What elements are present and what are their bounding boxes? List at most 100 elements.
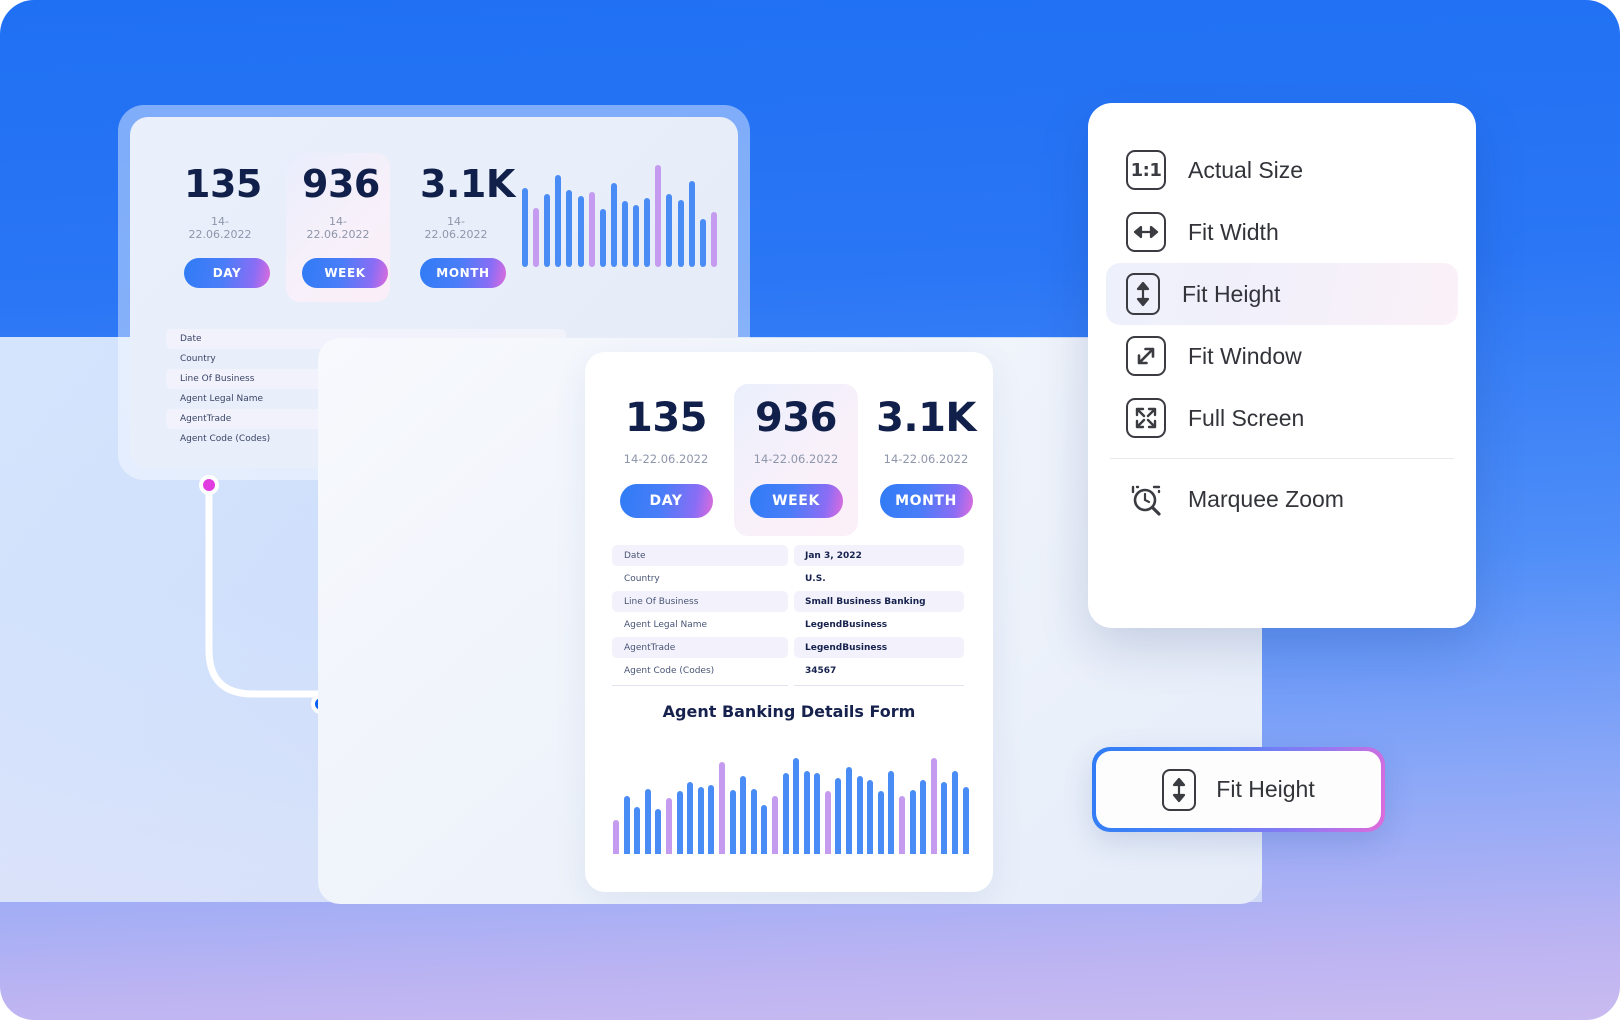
bar: [952, 771, 958, 854]
menu-item-label: Full Screen: [1188, 404, 1305, 431]
bar: [920, 780, 927, 854]
table-row: Agent Code (Codes) 34567: [612, 660, 964, 681]
fit-height-floating-button[interactable]: Fit Height: [1092, 747, 1385, 832]
metric-value: 3.1K: [420, 162, 515, 206]
bar: [655, 809, 662, 854]
bar: [544, 194, 551, 267]
bar: [835, 777, 842, 854]
form-title: Agent Banking Details Form: [662, 702, 916, 721]
bar: [793, 757, 800, 854]
back-period-button-week[interactable]: WEEK: [302, 258, 388, 288]
front-metric-week: 936 14-22.06.2022 WEEK: [734, 384, 858, 536]
back-period-button-day[interactable]: DAY: [184, 258, 270, 288]
fit-window-icon: [1126, 336, 1166, 376]
table-row: Date Jan 3, 2022: [612, 545, 964, 566]
front-period-button-week[interactable]: WEEK: [749, 484, 843, 518]
bar: [941, 782, 948, 854]
table-cell-value: Jan 3, 2022: [794, 545, 964, 566]
fit-window-arrow-glyph: [1137, 347, 1155, 365]
fit-width-arrow-glyph: [1133, 225, 1159, 239]
menu-item-fit-height[interactable]: Fit Height: [1106, 263, 1458, 325]
table-cell-label: Line Of Business: [612, 591, 788, 612]
metric-date-range: 14-22.06.2022: [623, 452, 709, 466]
table-cell-value: U.S.: [805, 573, 826, 584]
bar: [533, 207, 540, 267]
table-cell-label: Country: [624, 573, 660, 584]
bar: [677, 199, 684, 267]
metric-value: 936: [302, 162, 380, 206]
metric-value: 135: [625, 395, 708, 441]
metric-value: 3.1K: [876, 395, 976, 441]
bar: [699, 218, 706, 267]
bar: [803, 771, 810, 854]
menu-item-label: Fit Window: [1188, 342, 1302, 369]
marquee-zoom-icon: [1126, 480, 1166, 518]
fit-height-icon: [1126, 273, 1160, 315]
bar: [655, 164, 662, 267]
bar: [697, 786, 704, 854]
bar: [644, 197, 651, 267]
bar: [599, 208, 606, 267]
metric-date-range: 14-22.06.2022: [424, 215, 488, 241]
back-period-button-month[interactable]: MONTH: [420, 258, 506, 288]
bar: [623, 795, 630, 854]
bar: [555, 174, 562, 267]
bar: [899, 795, 906, 854]
zoom-options-menu: 1:1 Actual Size Fit Width Fit Height Fit Win…: [1088, 103, 1476, 628]
menu-item-fit-window[interactable]: Fit Window: [1106, 325, 1458, 387]
bar: [867, 780, 874, 854]
bar: [750, 789, 757, 854]
bar: [814, 773, 821, 854]
menu-item-marquee-zoom[interactable]: Marquee Zoom: [1106, 468, 1458, 530]
front-period-button-day[interactable]: DAY: [619, 484, 713, 518]
front-period-button-month[interactable]: MONTH: [879, 484, 973, 518]
front-metric-day: 135 14-22.06.2022 DAY: [604, 384, 728, 536]
bar: [676, 791, 683, 854]
bar: [610, 183, 617, 267]
bar: [708, 784, 715, 854]
metric-date-range: 14-22.06.2022: [188, 215, 252, 241]
bar: [962, 786, 969, 854]
bar: [666, 194, 673, 267]
bar: [824, 791, 831, 854]
bar: [634, 806, 641, 854]
table-row: Line Of Business Small Business Banking: [612, 591, 964, 612]
screenshot-root: 135 14-22.06.2022 DAY 936 14-22.06.2022 WEEK 3…: [0, 0, 1620, 1020]
table-row: Agent Legal Name LegendBusiness: [612, 614, 964, 635]
table-cell-label: Agent Legal Name: [624, 619, 708, 630]
table-cell-label: Agent Code (Codes): [624, 665, 715, 676]
metric-date-range: 14-22.06.2022: [753, 452, 839, 466]
metric-value: 135: [184, 162, 262, 206]
table-row: AgentTrade LegendBusiness: [612, 637, 964, 658]
table-bottom-rule: [612, 685, 964, 686]
actual-size-icon: 1:1: [1126, 150, 1166, 190]
menu-separator: [1110, 458, 1454, 459]
bar: [522, 187, 528, 267]
fit-height-arrow-glyph: [1136, 281, 1150, 307]
bar: [687, 782, 694, 854]
table-cell-value: Small Business Banking: [794, 591, 964, 612]
bar: [930, 757, 937, 854]
table-cell-value: LegendBusiness: [805, 619, 888, 630]
front-card-content: 135 14-22.06.2022 DAY 936 14-22.06.2022 WEEK 3…: [585, 352, 993, 892]
bar: [566, 190, 573, 267]
menu-item-label: Actual Size: [1188, 156, 1304, 183]
menu-item-fit-width[interactable]: Fit Width: [1106, 201, 1458, 263]
menu-item-label: Fit Width: [1188, 218, 1279, 245]
menu-item-actual-size[interactable]: 1:1 Actual Size: [1106, 139, 1458, 201]
bar: [761, 804, 768, 854]
bar: [909, 790, 916, 854]
bar: [665, 798, 672, 854]
full-screen-icon: [1126, 398, 1166, 438]
front-metric-month: 3.1K 14-22.06.2022 MONTH: [864, 384, 988, 536]
bar: [729, 790, 736, 854]
metric-date-range: 14-22.06.2022: [306, 215, 370, 241]
menu-item-label: Fit Height: [1182, 280, 1281, 307]
bar: [621, 201, 628, 267]
metric-date-range: 14-22.06.2022: [883, 452, 969, 466]
menu-item-full-screen[interactable]: Full Screen: [1106, 387, 1458, 449]
bar: [888, 771, 895, 854]
menu-item-label: Marquee Zoom: [1188, 485, 1344, 512]
connector-start-dot: [199, 475, 219, 495]
bar: [688, 181, 695, 267]
